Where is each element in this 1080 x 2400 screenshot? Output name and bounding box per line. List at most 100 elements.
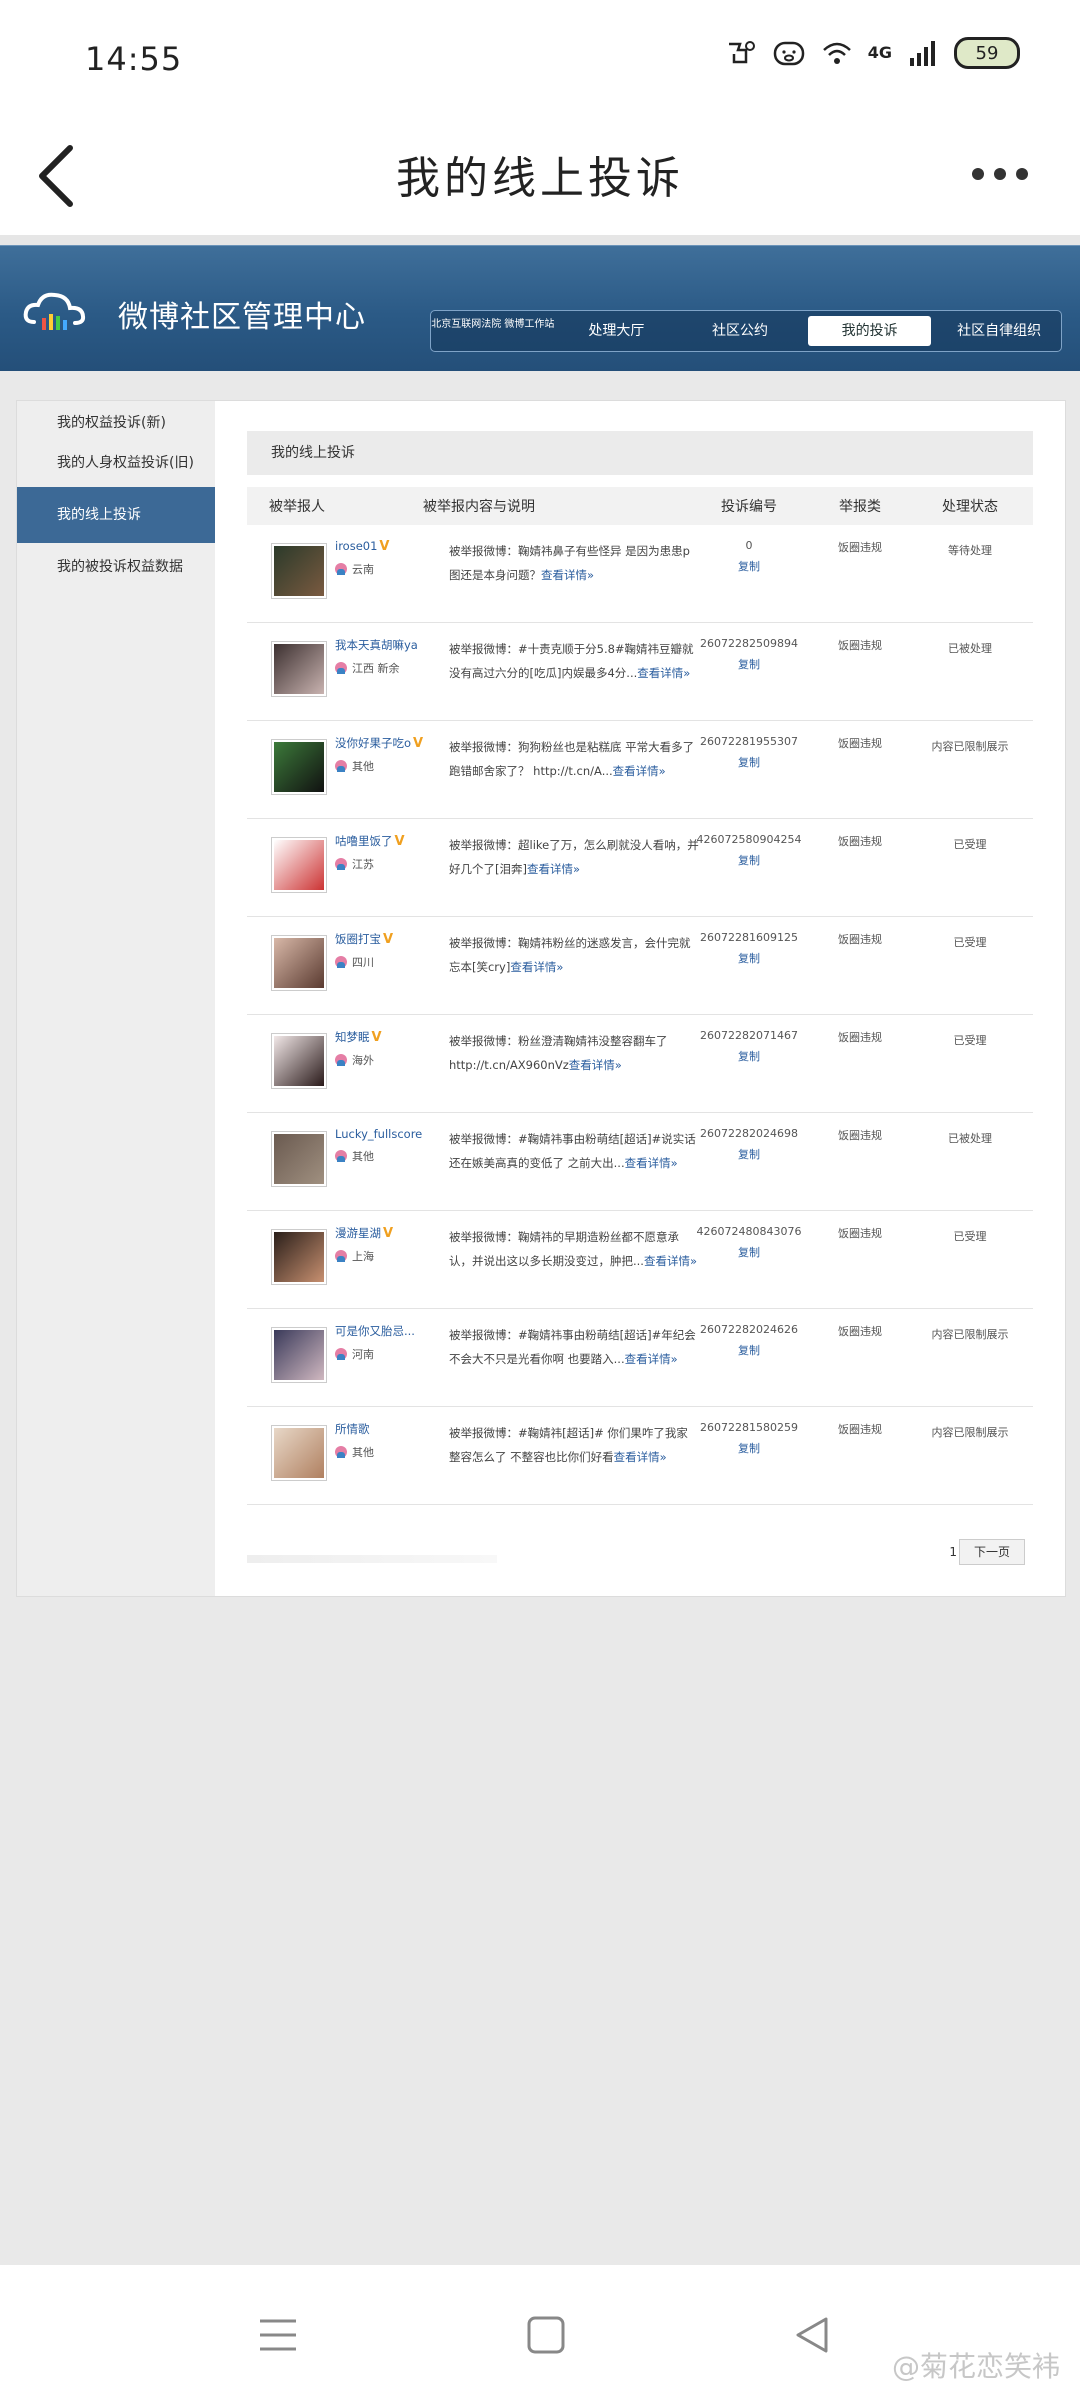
user-name-link[interactable]: 没你好果子吃o bbox=[335, 736, 411, 750]
status-icons: 4G 59 bbox=[724, 36, 1020, 70]
complaint-description: 被举报微博：鞠婧祎粉丝的迷惑发言，会什完就忘本[笑cry]查看详情» bbox=[449, 931, 699, 979]
nav-hall[interactable]: 处理大厅 bbox=[555, 316, 679, 346]
avatar[interactable] bbox=[271, 739, 327, 795]
report-type: 饭圈违规 bbox=[838, 1227, 882, 1240]
complaint-number: 426072480843076 复制 bbox=[685, 1225, 813, 1260]
avatar[interactable] bbox=[271, 935, 327, 991]
user-name-link[interactable]: 饭圈打宝 bbox=[335, 932, 381, 946]
copy-link[interactable]: 复制 bbox=[685, 1440, 813, 1456]
page-number[interactable]: 1 bbox=[949, 1545, 957, 1559]
sidebar-item-online-complaints[interactable]: 我的线上投诉 bbox=[17, 487, 215, 543]
table-row: irose01 V 云南 被举报微博：鞠婧祎鼻子有些怪异 是因为患患p图还是本身问题？… bbox=[247, 525, 1033, 623]
web-content: 微博社区管理中心 北京互联网法院 微博工作站 处理大厅 社区公约 我的投诉 社区… bbox=[0, 235, 1080, 2265]
reported-user: 我本天真胡嘛ya 江西 新余 bbox=[335, 637, 423, 676]
sidebar-item-rights-new[interactable]: 我的权益投诉(新) bbox=[17, 403, 215, 443]
copy-link[interactable]: 复制 bbox=[685, 558, 813, 574]
copy-link[interactable]: 复制 bbox=[685, 656, 813, 672]
report-type: 饭圈违规 bbox=[838, 737, 882, 750]
table-row: Lucky_fullscore 其他 被举报微博：#鞠婧祎事由粉萌结[超话]#说实话… bbox=[247, 1113, 1033, 1211]
nav-convention[interactable]: 社区公约 bbox=[678, 316, 802, 346]
nav-court-workstation[interactable]: 北京互联网法院 微博工作站 bbox=[431, 316, 555, 346]
copy-link[interactable]: 复制 bbox=[685, 1146, 813, 1162]
user-name-link[interactable]: 知梦眠 bbox=[335, 1030, 370, 1044]
avatar[interactable] bbox=[271, 1033, 327, 1089]
col-type: 举报类 bbox=[839, 499, 881, 515]
complaint-number: 26072282024626 复制 bbox=[685, 1323, 813, 1358]
pagination: 1 下一页 bbox=[247, 1529, 1033, 1589]
avatar[interactable] bbox=[271, 837, 327, 893]
reported-user: 咕噜里饭了 V 江苏 bbox=[335, 833, 423, 872]
complaint-number: 26072281580259 复制 bbox=[685, 1421, 813, 1456]
view-details-link[interactable]: 查看详情» bbox=[510, 960, 563, 974]
reported-user: 知梦眠 V 海外 bbox=[335, 1029, 423, 1068]
verified-badge-icon: V bbox=[379, 539, 390, 554]
site-banner: 微博社区管理中心 北京互联网法院 微博工作站 处理大厅 社区公约 我的投诉 社区… bbox=[0, 245, 1080, 371]
nav-self-discipline[interactable]: 社区自律组织 bbox=[937, 316, 1061, 346]
user-name-link[interactable]: 可是你又胎忌... bbox=[335, 1324, 415, 1338]
description-text: 被举报微博：粉丝澄清鞠婧祎没整容翻车了 http://t.cn/AX960nVz bbox=[449, 1034, 668, 1072]
avatar[interactable] bbox=[271, 641, 327, 697]
avatar[interactable] bbox=[271, 1229, 327, 1285]
nav-my-complaints[interactable]: 我的投诉 bbox=[807, 316, 932, 346]
view-details-link[interactable]: 查看详情» bbox=[614, 1450, 667, 1464]
view-details-link[interactable]: 查看详情» bbox=[613, 764, 666, 778]
copy-link[interactable]: 复制 bbox=[685, 950, 813, 966]
user-name-link[interactable]: 所情歌 bbox=[335, 1422, 370, 1436]
complaint-description: 被举报微博：狗狗粉丝也是粘糕底 平常大看多了跑错邮舍家了？ http://t.c… bbox=[449, 735, 699, 783]
description-text: 被举报微博：鞠婧祎粉丝的迷惑发言，会什完就忘本[笑cry] bbox=[449, 936, 691, 974]
copy-link[interactable]: 复制 bbox=[685, 1244, 813, 1260]
back-nav-icon[interactable] bbox=[792, 2315, 832, 2355]
copy-link[interactable]: 复制 bbox=[685, 754, 813, 770]
view-details-link[interactable]: 查看详情» bbox=[625, 1156, 678, 1170]
complaint-number: 0 复制 bbox=[685, 539, 813, 574]
reported-user: 没你好果子吃o V 其他 bbox=[335, 735, 423, 774]
user-location: 河南 bbox=[335, 1346, 423, 1362]
complaints-main: 我的线上投诉 被举报人 被举报内容与说明 投诉编号 举报类 处理状态 irose… bbox=[247, 431, 1033, 1589]
battery-icon: 59 bbox=[954, 37, 1020, 69]
report-type: 饭圈违规 bbox=[838, 933, 882, 946]
user-name-link[interactable]: 我本天真胡嘛ya bbox=[335, 638, 418, 652]
sidebar-item-personal-rights-old[interactable]: 我的人身权益投诉(旧) bbox=[17, 443, 215, 483]
cloud-logo-icon bbox=[23, 292, 86, 330]
view-details-link[interactable]: 查看详情» bbox=[637, 666, 690, 680]
user-icon bbox=[335, 1054, 347, 1066]
user-icon bbox=[335, 1250, 347, 1262]
process-status: 已受理 bbox=[953, 1230, 987, 1243]
avatar[interactable] bbox=[271, 1131, 327, 1187]
view-details-link[interactable]: 查看详情» bbox=[569, 1058, 622, 1072]
app-header: 我的线上投诉 bbox=[0, 120, 1080, 235]
location-text: 其他 bbox=[352, 1150, 374, 1163]
avatar[interactable] bbox=[271, 1327, 327, 1383]
reported-user: 所情歌 其他 bbox=[335, 1421, 423, 1460]
user-name-link[interactable]: 咕噜里饭了 bbox=[335, 834, 393, 848]
user-location: 上海 bbox=[335, 1248, 423, 1264]
user-name-link[interactable]: Lucky_fullscore bbox=[335, 1127, 422, 1141]
user-icon bbox=[335, 760, 347, 772]
verified-badge-icon: V bbox=[371, 1030, 382, 1045]
reported-user: Lucky_fullscore 其他 bbox=[335, 1127, 423, 1164]
user-name-link[interactable]: irose01 bbox=[335, 539, 377, 553]
report-type: 饭圈违规 bbox=[838, 1325, 882, 1338]
sidebar-item-complained-data[interactable]: 我的被投诉权益数据 bbox=[17, 547, 215, 587]
view-details-link[interactable]: 查看详情» bbox=[625, 1352, 678, 1366]
avatar[interactable] bbox=[271, 1425, 327, 1481]
number-text: 26072281955307 bbox=[700, 735, 798, 748]
menu-icon[interactable] bbox=[258, 2315, 298, 2355]
next-page-button[interactable]: 下一页 bbox=[959, 1539, 1025, 1565]
site-nav: 北京互联网法院 微博工作站 处理大厅 社区公约 我的投诉 社区自律组织 bbox=[430, 310, 1062, 352]
copy-link[interactable]: 复制 bbox=[685, 852, 813, 868]
view-details-link[interactable]: 查看详情» bbox=[541, 568, 594, 582]
site-brand: 微博社区管理中心 bbox=[118, 300, 366, 335]
table-row: 知梦眠 V 海外 被举报微博：粉丝澄清鞠婧祎没整容翻车了 http://t.cn/AX… bbox=[247, 1015, 1033, 1113]
home-icon[interactable] bbox=[526, 2315, 566, 2355]
more-menu-icon[interactable] bbox=[960, 154, 1040, 194]
complaints-table: irose01 V 云南 被举报微博：鞠婧祎鼻子有些怪异 是因为患患p图还是本身问题？… bbox=[247, 525, 1033, 1505]
user-location: 江西 新余 bbox=[335, 660, 423, 676]
user-name-link[interactable]: 漫游星湖 bbox=[335, 1226, 381, 1240]
copy-link[interactable]: 复制 bbox=[685, 1048, 813, 1064]
complaint-description: 被举报微博：#十责克顺于分5.8#鞠婧祎豆瓣就没有高过六分的[吃瓜]内娱最多4分… bbox=[449, 637, 699, 685]
number-text: 26072282071467 bbox=[700, 1029, 798, 1042]
view-details-link[interactable]: 查看详情» bbox=[527, 862, 580, 876]
copy-link[interactable]: 复制 bbox=[685, 1342, 813, 1358]
avatar[interactable] bbox=[271, 543, 327, 599]
